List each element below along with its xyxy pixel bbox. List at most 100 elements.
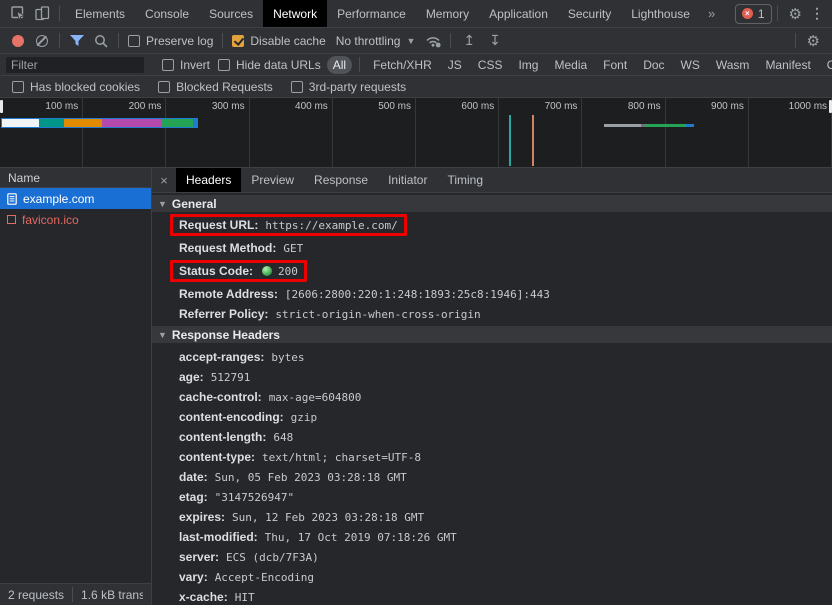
blocked-requests-checkbox[interactable]: Blocked Requests [154, 80, 277, 94]
headers-pane[interactable]: ▼ General Request URL: https://example.c… [152, 193, 832, 605]
header-row-status-code: Status Code: 200 [152, 258, 832, 284]
disable-cache-checkbox[interactable]: Disable cache [228, 34, 329, 48]
filter-chip-js[interactable]: JS [442, 56, 468, 74]
tab-initiator[interactable]: Initiator [378, 168, 437, 192]
tab-performance[interactable]: Performance [327, 0, 416, 27]
tab-elements[interactable]: Elements [65, 0, 135, 27]
filter-chip-fetch-xhr[interactable]: Fetch/XHR [367, 56, 438, 74]
device-toolbar-icon[interactable] [30, 3, 54, 25]
invert-checkbox[interactable]: Invert [158, 58, 214, 72]
more-tabs-icon[interactable]: » [700, 6, 723, 21]
general-section-header[interactable]: ▼ General [152, 195, 832, 212]
time-label: 600 ms [416, 98, 499, 167]
header-label: date: [179, 470, 208, 484]
header-label: accept-ranges: [179, 350, 264, 364]
tab-security[interactable]: Security [558, 0, 621, 27]
header-value: bytes [271, 351, 304, 364]
filter-chip-media[interactable]: Media [548, 56, 593, 74]
checkbox-box [158, 81, 170, 93]
search-icon[interactable] [89, 30, 113, 52]
request-row-favicon[interactable]: favicon.ico [0, 209, 151, 230]
header-label: content-encoding: [179, 410, 284, 424]
import-har-icon[interactable]: ↥ [456, 33, 482, 49]
tab-timing[interactable]: Timing [437, 168, 493, 192]
response-headers-section-header[interactable]: ▼ Response Headers [152, 326, 832, 343]
tab-network[interactable]: Network [263, 0, 327, 27]
divider [59, 6, 60, 21]
filter-funnel-icon[interactable] [65, 30, 89, 52]
tab-sources[interactable]: Sources [199, 0, 263, 27]
name-column-header[interactable]: Name [0, 168, 151, 188]
header-row: etag: "3147526947" [152, 487, 832, 507]
network-overview[interactable]: 100 ms 200 ms 300 ms 400 ms 500 ms 600 m… [0, 98, 832, 168]
header-label: content-length: [179, 430, 266, 444]
export-har-icon[interactable]: ↧ [482, 33, 508, 49]
waterfall-bar-example-com [1, 118, 198, 128]
header-label: Referrer Policy: [179, 307, 268, 321]
tab-lighthouse[interactable]: Lighthouse [621, 0, 700, 27]
filter-chip-img[interactable]: Img [512, 56, 544, 74]
header-row-referrer-policy: Referrer Policy: strict-origin-when-cros… [152, 304, 832, 324]
time-label: 400 ms [250, 98, 333, 167]
filter-input[interactable] [6, 57, 144, 73]
checkbox-box [128, 35, 140, 47]
record-button[interactable] [12, 35, 24, 47]
tab-response[interactable]: Response [304, 168, 378, 192]
overview-left-handle[interactable] [0, 100, 3, 113]
filter-chip-all[interactable]: All [327, 56, 352, 74]
inspect-element-icon[interactable] [6, 3, 30, 25]
header-label: Request URL: [179, 218, 258, 232]
preserve-log-checkbox[interactable]: Preserve log [124, 34, 217, 48]
tab-console[interactable]: Console [135, 0, 199, 27]
filter-chip-wasm[interactable]: Wasm [710, 56, 756, 74]
divider [72, 587, 73, 602]
checkbox-box-checked [232, 35, 244, 47]
chevron-down-icon: ▼ [406, 36, 415, 46]
filter-chip-other[interactable]: Other [821, 56, 832, 74]
header-label: Request Method: [179, 241, 276, 255]
filter-chip-font[interactable]: Font [597, 56, 633, 74]
network-settings-gear-icon[interactable]: ⚙ [801, 32, 826, 50]
error-badge[interactable]: × 1 [735, 4, 772, 24]
header-row: vary: Accept-Encoding [152, 567, 832, 587]
has-blocked-cookies-checkbox[interactable]: Has blocked cookies [8, 80, 144, 94]
hide-data-urls-checkbox[interactable]: Hide data URLs [214, 58, 325, 72]
tab-application[interactable]: Application [479, 0, 558, 27]
transferred-size: 1.6 kB transferred [81, 588, 143, 602]
header-value: Sun, 12 Feb 2023 03:28:18 GMT [232, 511, 424, 524]
header-value: 648 [273, 431, 293, 444]
network-conditions-icon[interactable] [421, 30, 445, 52]
tab-headers[interactable]: Headers [176, 168, 241, 192]
filter-chip-ws[interactable]: WS [675, 56, 706, 74]
third-party-requests-label: 3rd-party requests [309, 80, 406, 94]
request-row-example-com[interactable]: example.com [0, 188, 151, 209]
filter-chip-manifest[interactable]: Manifest [759, 56, 816, 74]
tab-memory[interactable]: Memory [416, 0, 479, 27]
filter-chip-css[interactable]: CSS [472, 56, 509, 74]
clear-icon[interactable] [36, 35, 48, 47]
filter-chip-doc[interactable]: Doc [637, 56, 670, 74]
third-party-requests-checkbox[interactable]: 3rd-party requests [287, 80, 410, 94]
header-value: Accept-Encoding [215, 571, 314, 584]
header-row: cache-control: max-age=604800 [152, 387, 832, 407]
more-options-icon[interactable]: ⋮ [808, 5, 832, 22]
header-row: accept-ranges: bytes [152, 347, 832, 367]
tab-preview[interactable]: Preview [241, 168, 304, 192]
header-label: last-modified: [179, 530, 258, 544]
checkbox-box [218, 59, 230, 71]
header-label: Remote Address: [179, 287, 278, 301]
network-status-bar: 2 requests 1.6 kB transferred [0, 583, 151, 605]
throttling-dropdown[interactable]: No throttling ▼ [330, 34, 422, 48]
divider [59, 33, 60, 48]
blocked-requests-label: Blocked Requests [176, 80, 273, 94]
close-icon[interactable]: × [152, 168, 176, 192]
header-value: 512791 [211, 371, 251, 384]
document-icon [7, 193, 17, 205]
network-toolbar: Preserve log Disable cache No throttling… [0, 28, 832, 54]
annotation-box-request-url: Request URL: https://example.com/ [170, 214, 407, 236]
section-title: Response Headers [172, 328, 280, 342]
time-label: 700 ms [499, 98, 582, 167]
status-ok-icon [262, 266, 272, 276]
overview-grid: 100 ms 200 ms 300 ms 400 ms 500 ms 600 m… [0, 98, 832, 167]
settings-gear-icon[interactable]: ⚙ [783, 5, 808, 23]
